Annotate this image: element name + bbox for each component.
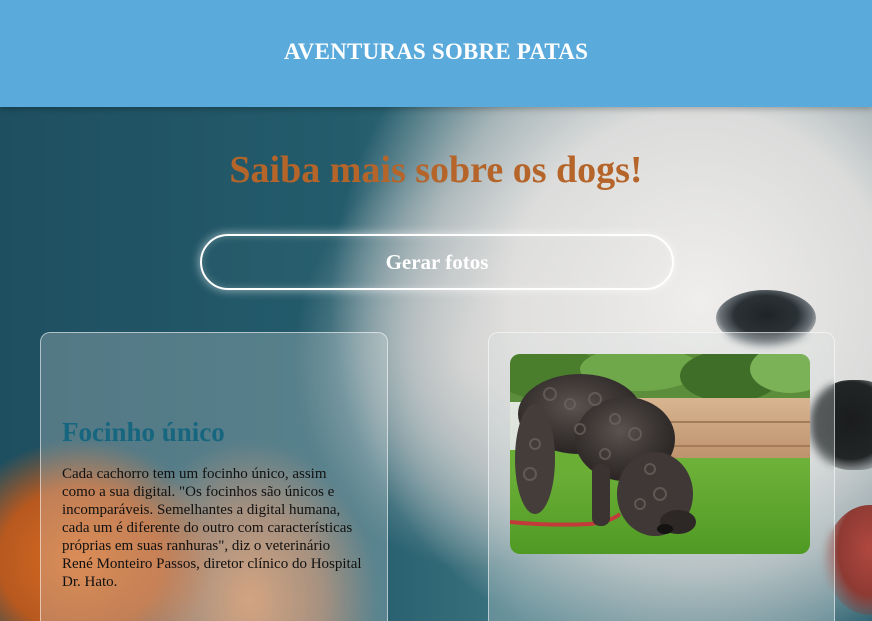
- site-header: AVENTURAS SOBRE PATAS: [0, 0, 872, 107]
- info-card-title: Focinho único: [62, 417, 225, 447]
- photo-card: [488, 332, 835, 621]
- page: AVENTURAS SOBRE PATAS Saiba mais sobre o…: [0, 0, 872, 621]
- dog-photo-image: [510, 354, 810, 554]
- site-title: AVENTURAS SOBRE PATAS: [283, 39, 589, 64]
- page-headline: Saiba mais sobre os dogs!: [229, 149, 643, 191]
- generate-photos-button[interactable]: Gerar fotos: [200, 234, 674, 290]
- dog-photo: [510, 354, 810, 554]
- info-card: Focinho único Cada cachorro tem um focin…: [40, 332, 388, 621]
- info-card-text: Cada cachorro tem um focinho único, assi…: [62, 466, 362, 590]
